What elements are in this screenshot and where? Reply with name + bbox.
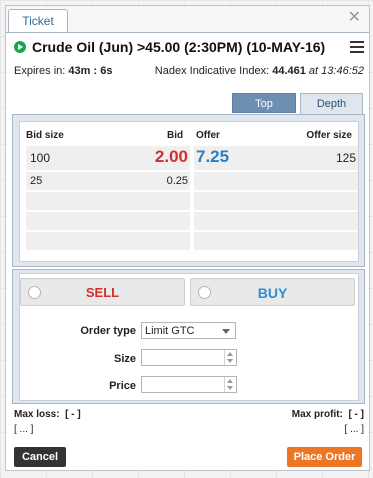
sell-button[interactable]: SELL [20,278,185,306]
size-spinner[interactable] [224,350,236,365]
buy-button[interactable]: BUY [190,278,355,306]
header-bid-size: Bid size [26,130,64,141]
bid-row-empty [26,232,190,250]
close-icon[interactable]: ✕ [348,9,361,27]
expires-value: 43m : 6s [68,65,113,77]
max-loss-detail: [ ... ] [14,424,34,435]
expires-info: Expires in: 43m : 6s [14,65,112,77]
max-loss-value: [ - ] [65,409,81,420]
play-icon [14,41,26,53]
bid-row-empty [26,212,190,230]
header-divider [6,32,369,33]
bid-price-cell: 2.00 [154,147,188,166]
info-row: Expires in: 43m : 6s Nadex Indicative In… [14,65,364,79]
increment-icon[interactable] [227,379,233,383]
offer-column: 7.25 125 [194,146,358,252]
market-name: Crude Oil (Jun) >45.00 (2:30PM) (10-MAY-… [32,39,326,55]
index-at: at [308,65,319,77]
market-row: Crude Oil (Jun) >45.00 (2:30PM) (10-MAY-… [14,39,364,59]
offer-row-empty [194,212,358,230]
hamburger-menu-icon[interactable] [350,41,364,53]
order-type-select[interactable]: Limit GTC [141,322,236,339]
offer-price-cell: 7.25 [196,147,230,166]
header-bid: Bid [167,130,184,141]
place-order-button[interactable]: Place Order [287,447,362,467]
order-panel: SELL BUY Order type Limit GTC Size Price [12,269,365,404]
size-stepper[interactable] [141,349,237,366]
decrement-icon[interactable] [227,359,233,363]
order-type-label: Order type [80,325,136,337]
decrement-icon[interactable] [227,386,233,390]
sell-label: SELL [85,285,120,300]
depth-panel: Bid size Bid Offer Offer size 100 2.00 2… [12,114,365,267]
max-profit: Max profit: [ - ] [292,409,364,420]
max-profit-value: [ - ] [348,409,364,420]
max-profit-detail: [ ... ] [344,424,364,435]
order-type-value: Limit GTC [145,325,195,337]
header-offer-size: Offer size [306,130,352,141]
depth-grid: Bid size Bid Offer Offer size 100 2.00 2… [19,121,359,262]
bid-row[interactable]: 100 2.00 [26,146,190,170]
chevron-down-icon [222,329,230,334]
bid-column: 100 2.00 25 0.25 [26,146,190,252]
max-loss-label: Max loss: [14,409,60,420]
buy-label: BUY [257,285,288,301]
bid-row-empty [26,192,190,210]
offer-row[interactable]: 7.25 125 [194,146,358,170]
ticket-window: Ticket ✕ Crude Oil (Jun) >45.00 (2:30PM)… [5,5,370,471]
cancel-button[interactable]: Cancel [14,447,66,467]
view-tabs: Top Depth [12,91,365,115]
index-value: 44.461 [272,65,306,77]
index-label: Nadex Indicative Index: [154,65,270,77]
price-stepper[interactable] [141,376,237,393]
bid-price-cell: 0.25 [166,175,188,187]
tab-ticket[interactable]: Ticket [8,9,68,33]
tab-depth[interactable]: Depth [300,93,363,115]
header-offer: Offer [196,130,220,141]
tab-top[interactable]: Top [232,93,296,113]
increment-icon[interactable] [227,352,233,356]
offer-size-cell: 125 [335,151,356,165]
offer-row-empty [194,172,358,190]
size-label: Size [113,353,136,365]
price-spinner[interactable] [224,377,236,392]
bid-size-cell: 100 [30,151,51,165]
expires-label: Expires in: [14,65,66,77]
offer-row-empty [194,232,358,250]
order-form: SELL BUY Order type Limit GTC Size Price [19,273,359,401]
offer-row-empty [194,192,358,210]
max-profit-label: Max profit: [291,409,343,420]
price-label: Price [109,380,136,392]
index-time: 13:46:52 [321,65,364,77]
bid-size-cell: 25 [30,175,43,187]
indicative-index: Nadex Indicative Index: 44.461 at 13:46:… [155,65,364,77]
bid-row[interactable]: 25 0.25 [26,172,190,190]
max-loss: Max loss: [ - ] [14,409,81,420]
